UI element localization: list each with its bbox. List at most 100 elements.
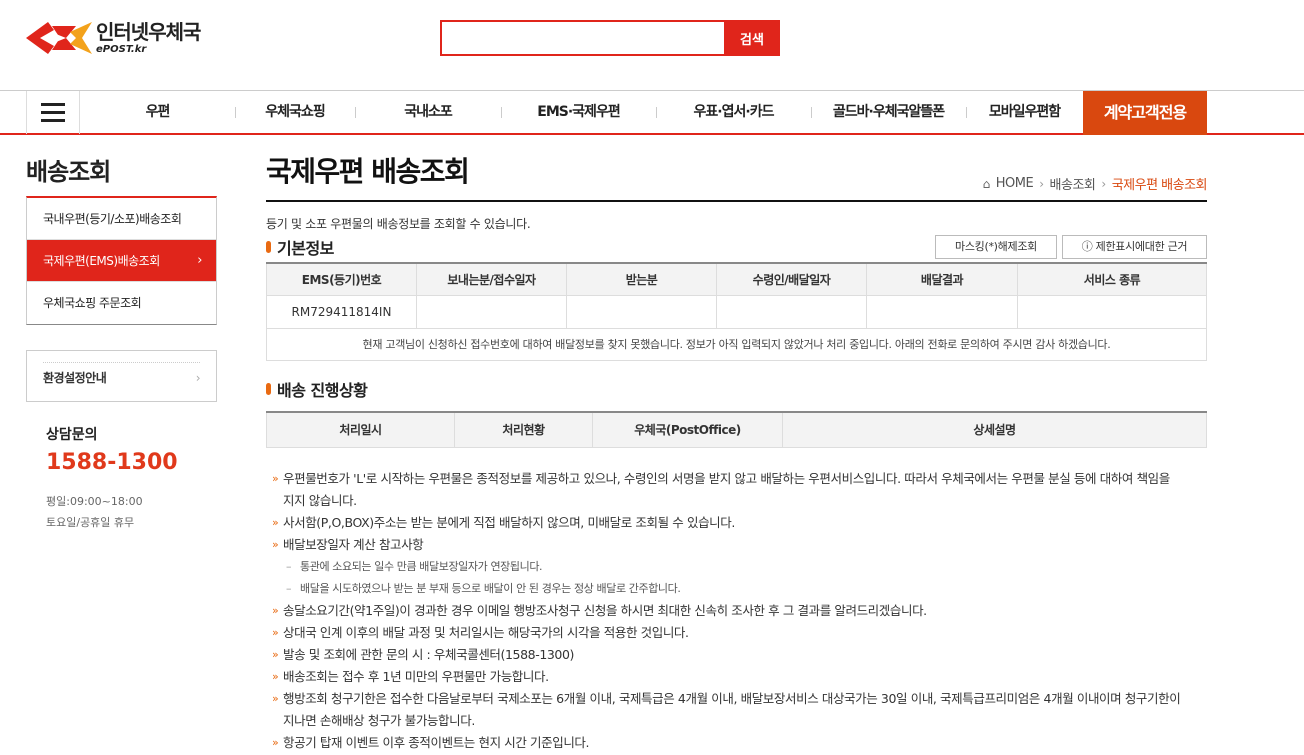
table-row: 현재 고객님이 신청하신 접수번호에 대하여 배달정보를 찾지 못했습니다. 정… (266, 328, 1207, 361)
chevron-right-icon: › (1039, 176, 1044, 191)
gnb-item-stamps[interactable]: 우표·엽서·카드 (656, 91, 811, 134)
list-item: 지지 않습니다. (283, 493, 357, 508)
progress-heading-label: 배송 진행상황 (277, 381, 368, 400)
hamburger-icon-bar (41, 119, 65, 122)
bullet-icon: » (272, 648, 279, 661)
column-header: 수령인/배달일자 (716, 263, 867, 296)
unmask-lookup-button[interactable]: 마스킹(*)해제조회 (935, 235, 1057, 259)
dash-icon: – (286, 582, 292, 595)
column-header: 우체국(PostOffice) (592, 412, 783, 448)
search-bar: 검색 (440, 20, 780, 56)
epost-logo-icon (26, 22, 92, 54)
sidebar-item-ems-tracking[interactable]: 국제우편(EMS)배송조회 › (27, 240, 216, 282)
bullet-icon: » (272, 692, 279, 705)
list-item: » 상대국 인계 이후의 배달 과정 및 처리일시는 해당국가의 시각을 적용한 … (272, 622, 1207, 644)
bullet-icon: » (272, 604, 279, 617)
sidebar-item-label: 우체국쇼핑 주문조회 (43, 296, 142, 310)
bullet-icon (266, 383, 271, 395)
list-item: 지나면 손해배상 청구가 불가능합니다. (283, 713, 475, 728)
search-button[interactable]: 검색 (724, 20, 780, 56)
breadcrumb-tracking[interactable]: 배송조회 (1050, 174, 1096, 193)
sidebar-item-shopping-orders[interactable]: 우체국쇼핑 주문조회 (27, 282, 216, 324)
intro-text: 등기 및 소포 우편물의 배송정보를 조회할 수 있습니다. (266, 217, 531, 231)
logo-title: 인터넷우체국 (96, 19, 201, 44)
bullet-icon: » (272, 516, 279, 529)
chevron-right-icon: › (195, 371, 201, 385)
list-item: » 사서함(P,O,BOX)주소는 받는 분에게 직접 배달하지 않으며, 미배달… (272, 512, 1207, 534)
column-header: 보내는분/접수일자 (416, 263, 567, 296)
settings-guide-link[interactable]: 환경설정안내 › (43, 362, 201, 392)
table-cell (566, 295, 717, 329)
table-header-row: 처리일시 처리현황 우체국(PostOffice) 상세설명 (266, 412, 1207, 448)
site-logo[interactable]: 인터넷우체국 ePOST.kr (26, 18, 201, 58)
customer-service-title: 상담문의 (46, 427, 98, 443)
title-divider (266, 200, 1207, 202)
breadcrumb: ⌂ HOME › 배송조회 › 국제우편 배송조회 (982, 174, 1208, 193)
customer-service-hours-weekend: 토요일/공휴일 휴무 (46, 516, 135, 529)
hamburger-icon-bar (41, 111, 65, 114)
gnb-item-goldbar[interactable]: 골드바·우체국알뜰폰 (811, 91, 966, 134)
gnb-item-parcel[interactable]: 국내소포 (355, 91, 501, 134)
gnb-item-ems[interactable]: EMS·국제우편 (501, 91, 656, 134)
bullet-icon (266, 241, 271, 253)
home-icon: ⌂ (982, 176, 991, 191)
table-cell (416, 295, 567, 329)
contract-customer-button[interactable]: 계약고객전용 (1083, 91, 1207, 135)
table-cell (716, 295, 867, 329)
table-header-row: EMS(등기)번호 보내는분/접수일자 받는분 수령인/배달일자 배달결과 서비… (266, 263, 1207, 296)
basic-info-table: EMS(등기)번호 보내는분/접수일자 받는분 수령인/배달일자 배달결과 서비… (266, 262, 1207, 361)
table-row: RM729411814IN (266, 295, 1207, 329)
list-item: » 배달보장일자 계산 참고사항 (272, 534, 1207, 556)
column-header: 서비스 종류 (1017, 263, 1207, 296)
progress-table: 처리일시 처리현황 우체국(PostOffice) 상세설명 (266, 411, 1207, 448)
bullet-icon: » (272, 472, 279, 485)
hamburger-icon-bar (41, 103, 65, 106)
sidebar-item-domestic-tracking[interactable]: 국내우편(등기/소포)배송조회 (27, 198, 216, 240)
list-item: » 항공기 탑재 이벤트 이후 종적이벤트는 현지 시간 기준입니다. (272, 732, 1207, 754)
customer-service-hours-weekday: 평일:09:00~18:00 (46, 495, 143, 508)
bullet-icon: » (272, 626, 279, 639)
table-cell (1017, 295, 1207, 329)
gnb-item-mobile-mailbox[interactable]: 모바일우편함 (966, 91, 1083, 134)
list-item: » 송달소요기간(약1주일)이 경과한 경우 이메일 행방조사청구 신청을 하시면… (272, 600, 1207, 622)
settings-guide-label: 환경설정안내 (43, 371, 107, 385)
tracking-number-cell: RM729411814IN (266, 295, 417, 329)
basic-info-heading: 기본정보 (266, 235, 334, 259)
breadcrumb-current: 국제우편 배송조회 (1111, 178, 1208, 193)
bullet-icon: » (272, 670, 279, 683)
column-header: 배달결과 (866, 263, 1018, 296)
logo-subtitle: ePOST.kr (96, 43, 147, 55)
column-header: 처리일시 (266, 412, 455, 448)
gnb-item-shopping[interactable]: 우체국쇼핑 (235, 91, 355, 134)
main-navigation: 우편 우체국쇼핑 국내소포 EMS·국제우편 우표·엽서·카드 골드바·우체국알… (0, 90, 1304, 135)
chevron-right-icon: › (1101, 176, 1106, 191)
limit-basis-button[interactable]: ⓘ 제한표시에대한 근거 (1062, 235, 1207, 259)
breadcrumb-home[interactable]: HOME (996, 176, 1034, 191)
sidebar-item-label: 국내우편(등기/소포)배송조회 (43, 212, 182, 226)
sidebar-title: 배송조회 (26, 158, 111, 186)
list-item: » 우편물번호가 'L'로 시작하는 우편물은 종적정보를 제공하고 있으나, 수… (272, 468, 1207, 490)
basic-info-heading-label: 기본정보 (277, 239, 334, 258)
notes-list: » 우편물번호가 'L'로 시작하는 우편물은 종적정보를 제공하고 있으나, 수… (272, 468, 1207, 754)
list-item: » 발송 및 조회에 관한 문의 시 : 우체국콜센터(1588-1300) (272, 644, 1207, 666)
list-item: – 배달을 시도하였으나 받는 분 부재 등으로 배달이 안 된 경우는 정상 배… (272, 578, 1207, 600)
sidebar-menu: 국내우편(등기/소포)배송조회 국제우편(EMS)배송조회 › 우체국쇼핑 주문… (26, 196, 217, 325)
list-item: » 배송조회는 접수 후 1년 미만의 우편물만 가능합니다. (272, 666, 1207, 688)
customer-service-phone: 1588-1300 (46, 450, 178, 475)
list-item: – 통관에 소요되는 일수 만큼 배달보장일자가 연장됩니다. (272, 556, 1207, 578)
column-header: 받는분 (566, 263, 717, 296)
search-input[interactable] (440, 20, 724, 56)
site-header: 인터넷우체국 ePOST.kr 검색 (0, 0, 1304, 90)
column-header: 처리현황 (454, 412, 593, 448)
settings-guide-box: 환경설정안내 › (26, 350, 217, 402)
chevron-right-icon: › (197, 253, 202, 268)
table-cell (866, 295, 1018, 329)
page-title: 국제우편 배송조회 (266, 155, 470, 188)
column-header: EMS(등기)번호 (266, 263, 417, 296)
bullet-icon: » (272, 736, 279, 749)
not-found-message: 현재 고객님이 신청하신 접수번호에 대하여 배달정보를 찾지 못했습니다. 정… (266, 328, 1207, 361)
dash-icon: – (286, 560, 292, 573)
gnb-item-mail[interactable]: 우편 (80, 91, 235, 134)
column-header: 상세설명 (782, 412, 1207, 448)
all-menu-button[interactable] (26, 91, 80, 134)
